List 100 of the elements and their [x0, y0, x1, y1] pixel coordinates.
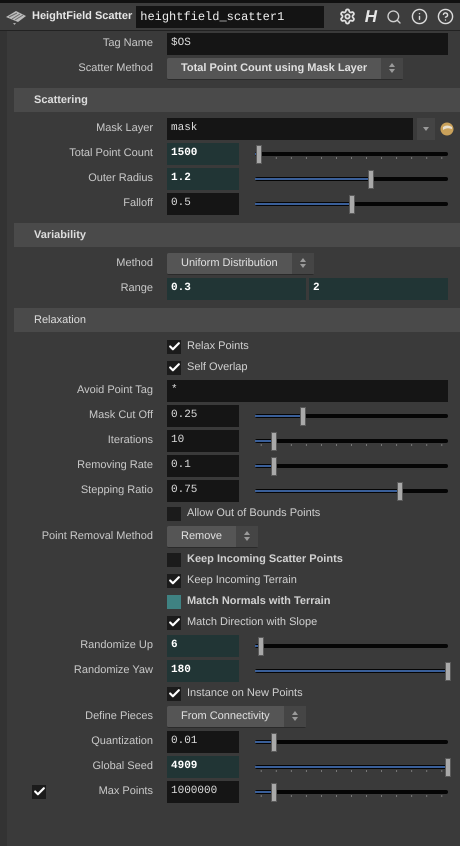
- checkbox-label: Match Normals with Terrain: [187, 594, 330, 610]
- slider-track[interactable]: [255, 430, 448, 452]
- check-icon: [168, 687, 180, 700]
- checkbox-label: Match Direction with Slope: [187, 615, 318, 630]
- help-icon[interactable]: [437, 8, 454, 25]
- parameter-label: Mask Cut Off: [89, 408, 153, 424]
- slider-track[interactable]: [255, 168, 448, 190]
- parameter-label: Outer Radius: [88, 171, 153, 186]
- slider-track[interactable]: [255, 142, 448, 164]
- menu-button[interactable]: From Connectivity: [167, 706, 306, 728]
- parameter-label: Quantization: [91, 734, 153, 750]
- value-field[interactable]: 0.75: [167, 480, 239, 502]
- slider-thumb[interactable]: [271, 432, 278, 450]
- checkbox[interactable]: [167, 574, 181, 588]
- houdini-menu-icon[interactable]: H: [364, 8, 377, 25]
- slider-thumb[interactable]: [271, 782, 278, 802]
- value-field[interactable]: 0.5: [167, 192, 239, 214]
- enable-checkbox[interactable]: [32, 784, 46, 798]
- check-icon: [168, 616, 180, 629]
- value-field[interactable]: 1500: [167, 142, 239, 164]
- value-field[interactable]: 180: [167, 660, 239, 682]
- info-icon[interactable]: [411, 8, 428, 25]
- slider-track[interactable]: [255, 660, 448, 682]
- checkbox[interactable]: [167, 506, 181, 520]
- slider-thumb[interactable]: [256, 144, 262, 164]
- section-header[interactable]: Variability: [14, 223, 460, 247]
- value-field[interactable]: 0.3: [167, 278, 306, 300]
- slider-thumb[interactable]: [300, 406, 306, 426]
- slider-track[interactable]: [255, 730, 448, 752]
- slider-thumb[interactable]: [271, 456, 278, 476]
- slider-track[interactable]: [255, 634, 448, 656]
- slider-track[interactable]: [255, 780, 448, 802]
- slider-thumb[interactable]: [445, 662, 451, 680]
- value-field[interactable]: *: [167, 380, 448, 402]
- parameter-label: Range: [120, 281, 153, 296]
- value-field[interactable]: 4909: [167, 756, 239, 778]
- value-field[interactable]: 1000000: [167, 780, 239, 802]
- checkbox-label: Instance on New Points: [187, 686, 303, 702]
- slider-track[interactable]: [255, 404, 448, 426]
- check-icon: [168, 361, 180, 374]
- section-title: Variability: [34, 228, 86, 243]
- value-field[interactable]: 0.01: [167, 730, 239, 752]
- spinner-icon: [244, 530, 250, 542]
- value-field[interactable]: 2: [309, 278, 448, 300]
- ball-icon[interactable]: [440, 122, 454, 136]
- menu-button[interactable]: Uniform Distribution: [167, 252, 314, 274]
- checkbox-label: Relax Points: [187, 339, 249, 354]
- checkbox[interactable]: [167, 594, 181, 608]
- parameter-label: Max Points: [98, 784, 153, 800]
- checkbox-label: Allow Out of Bounds Points: [187, 506, 320, 522]
- menu-button[interactable]: Total Point Count using Mask Layer: [167, 58, 404, 80]
- parameter-label: Randomize Yaw: [74, 663, 153, 678]
- checkbox-label: Keep Incoming Scatter Points: [187, 552, 343, 568]
- dropdown-button[interactable]: [417, 118, 435, 140]
- settings-icon[interactable]: [338, 8, 356, 25]
- parameter-label: Point Removal Method: [42, 529, 153, 544]
- search-icon[interactable]: [386, 8, 402, 24]
- slider-thumb[interactable]: [445, 758, 451, 776]
- value-field[interactable]: 1.2: [167, 168, 239, 190]
- slider-thumb[interactable]: [368, 170, 374, 188]
- slider-track[interactable]: [255, 454, 448, 476]
- checkbox-label: Self Overlap: [187, 360, 248, 376]
- slider-track[interactable]: [255, 756, 448, 778]
- slider-thumb[interactable]: [348, 194, 354, 214]
- check-icon: [32, 785, 46, 798]
- parameter-label: Removing Rate: [77, 458, 153, 474]
- caret-icon: [423, 126, 429, 130]
- slider-thumb[interactable]: [396, 482, 403, 500]
- value-field[interactable]: mask: [167, 118, 413, 140]
- check-icon: [168, 574, 180, 587]
- slider-track[interactable]: [255, 192, 448, 214]
- checkbox[interactable]: [167, 340, 181, 354]
- value-field[interactable]: 0.25: [167, 404, 239, 426]
- check-icon: [168, 340, 180, 353]
- spinner-icon: [300, 257, 306, 269]
- parameter-label: Scatter Method: [78, 61, 153, 76]
- slider-track[interactable]: [255, 480, 448, 502]
- checkbox[interactable]: [167, 616, 181, 630]
- parameter-label: Falloff: [123, 196, 153, 212]
- section-header[interactable]: Relaxation: [14, 308, 460, 332]
- value-field[interactable]: $OS: [167, 32, 448, 54]
- checkbox[interactable]: [167, 686, 181, 700]
- slider-thumb[interactable]: [271, 732, 278, 752]
- parameter-label: Avoid Point Tag: [76, 383, 153, 398]
- parameter-label: Tag Name: [102, 36, 153, 52]
- value-field[interactable]: 0.1: [167, 454, 239, 476]
- section-header[interactable]: Scattering: [14, 88, 460, 112]
- checkbox[interactable]: [167, 360, 181, 374]
- spinner-icon: [292, 710, 298, 722]
- checkbox-label: Keep Incoming Terrain: [187, 573, 297, 588]
- parameter-label: Iterations: [108, 433, 153, 448]
- slider-thumb[interactable]: [258, 636, 264, 656]
- spinner-icon: [389, 62, 396, 74]
- checkbox[interactable]: [167, 552, 181, 566]
- value-field[interactable]: 10: [167, 430, 239, 452]
- menu-button[interactable]: Remove: [167, 526, 258, 548]
- node-name-field[interactable]: heightfield_scatter1: [136, 6, 324, 28]
- parameter-label: Global Seed: [92, 759, 153, 774]
- parameter-label: Randomize Up: [80, 638, 153, 654]
- value-field[interactable]: 6: [167, 634, 239, 656]
